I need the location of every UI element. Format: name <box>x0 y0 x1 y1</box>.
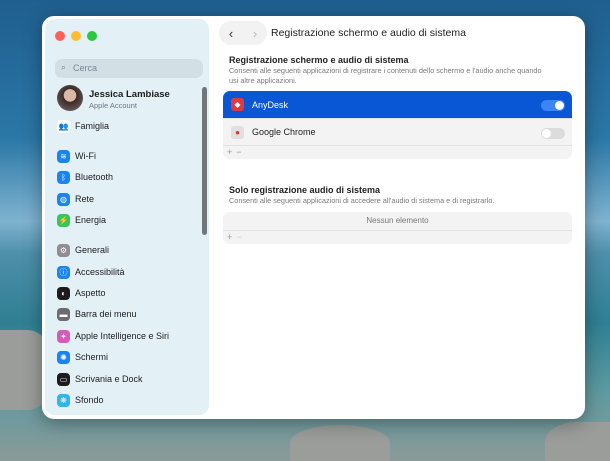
sidebar: ⌕ Cerca Jessica Lambiase Apple Account 👥 F… <box>45 19 209 415</box>
sidebar-item-label: Wi-Fi <box>75 151 96 161</box>
account-item[interactable]: Jessica Lambiase Apple Account <box>57 85 197 113</box>
sidebar-item-energia[interactable]: ⚡ Energia <box>57 212 106 228</box>
chrome-toggle[interactable] <box>541 128 565 139</box>
page-title: Registrazione schermo e audio di sistema <box>271 27 466 39</box>
sidebar-item-label: Famiglia <box>75 121 110 131</box>
audio-app-list: Nessun elemento + − <box>223 212 572 244</box>
back-button[interactable]: ‹ <box>229 26 233 41</box>
minimize-button[interactable] <box>71 31 81 41</box>
app-row-chrome[interactable]: ● Google Chrome <box>223 118 572 145</box>
bluetooth-icon: ᛒ <box>57 170 70 184</box>
add-button[interactable]: + <box>227 232 232 244</box>
nav-buttons: ‹ › <box>219 21 267 45</box>
sidebar-item-wi-fi[interactable]: ≋ Wi-Fi <box>57 148 96 164</box>
forward-button[interactable]: › <box>253 26 257 41</box>
sidebar-item-sfondo[interactable]: ❋ Sfondo <box>57 392 104 408</box>
sidebar-item-aspetto[interactable]: ◐ Aspetto <box>57 285 106 301</box>
zoom-button[interactable] <box>87 31 97 41</box>
sidebar-item-label: Generali <box>75 245 110 255</box>
avatar <box>57 85 83 111</box>
section-description: Consenti alle seguenti applicazioni di r… <box>229 66 542 85</box>
anydesk-icon: ◆ <box>231 98 244 111</box>
dock-icon: ▭ <box>57 372 70 386</box>
gear-icon: ⚙ <box>57 243 70 257</box>
remove-button[interactable]: − <box>236 232 241 244</box>
sidebar-item-label: Bluetooth <box>75 172 114 182</box>
siri-icon: ✦ <box>57 329 70 343</box>
search-input[interactable]: ⌕ Cerca <box>55 59 203 78</box>
sidebar-item-label: Schermi <box>75 352 109 362</box>
wallpaper-rock <box>545 422 610 461</box>
app-list: ◆ AnyDesk ● Google Chrome + − <box>223 91 572 159</box>
app-row-anydesk[interactable]: ◆ AnyDesk <box>223 91 572 118</box>
sidebar-item-label: Rete <box>75 194 95 204</box>
search-icon: ⌕ <box>61 62 67 72</box>
remove-button[interactable]: − <box>236 147 241 159</box>
sidebar-item-label: Apple Intelligence e Siri <box>75 331 170 341</box>
empty-label: Nessun elemento <box>366 216 429 225</box>
sidebar-item-apple-intelligence-e-siri[interactable]: ✦ Apple Intelligence e Siri <box>57 328 169 344</box>
chrome-icon: ● <box>231 125 244 139</box>
sidebar-item-schermi[interactable]: ✺ Schermi <box>57 349 108 365</box>
sidebar-item-label: Barra dei menu <box>75 309 137 319</box>
anydesk-toggle[interactable] <box>541 100 565 111</box>
account-subtitle: Apple Account <box>89 101 137 110</box>
app-name: AnyDesk <box>252 99 289 110</box>
display-icon: ✺ <box>57 350 70 364</box>
sidebar-item-generali[interactable]: ⚙ Generali <box>57 242 109 258</box>
accessibility-icon: ⓘ <box>57 265 70 279</box>
sidebar-item-scrivania-e-dock[interactable]: ▭ Scrivania e Dock <box>57 371 143 387</box>
wallpaper-rock <box>290 425 390 461</box>
account-name: Jessica Lambiase <box>89 89 170 100</box>
wifi-icon: ≋ <box>57 149 70 163</box>
scrollbar[interactable] <box>202 87 207 235</box>
sidebar-item-label: Sfondo <box>75 395 104 405</box>
section-heading: Registrazione schermo e audio di sistema <box>229 55 409 65</box>
menubar-icon: ▬ <box>57 307 70 321</box>
sidebar-item-label: Accessibilità <box>75 267 125 277</box>
app-name: Google Chrome <box>252 127 316 137</box>
search-placeholder: Cerca <box>73 63 98 73</box>
sidebar-item-rete[interactable]: ◍ Rete <box>57 191 94 207</box>
network-icon: ◍ <box>57 192 70 206</box>
wallpaper-icon: ❋ <box>57 393 70 407</box>
appearance-icon: ◐ <box>57 286 70 300</box>
battery-icon: ⚡ <box>57 213 70 227</box>
sidebar-item-label: Energia <box>75 215 107 225</box>
main-content: ‹ › Registrazione schermo e audio di sist… <box>215 16 585 419</box>
settings-window: ⌕ Cerca Jessica Lambiase Apple Account 👥 F… <box>42 16 585 419</box>
sidebar-item-label: Scrivania e Dock <box>75 374 143 384</box>
family-icon: 👥 <box>57 119 70 133</box>
sidebar-item-bluetooth[interactable]: ᛒ Bluetooth <box>57 169 113 185</box>
close-button[interactable] <box>55 31 65 41</box>
sidebar-item-famiglia[interactable]: 👥 Famiglia <box>57 118 109 134</box>
add-button[interactable]: + <box>227 147 232 159</box>
section-description: Consenti alle seguenti applicazioni di a… <box>229 196 495 205</box>
sidebar-item-accessibilit-[interactable]: ⓘ Accessibilità <box>57 264 125 280</box>
sidebar-item-label: Aspetto <box>75 288 106 298</box>
section-heading: Solo registrazione audio di sistema <box>229 185 381 195</box>
sidebar-item-barra-dei-menu[interactable]: ▬ Barra dei menu <box>57 306 137 322</box>
